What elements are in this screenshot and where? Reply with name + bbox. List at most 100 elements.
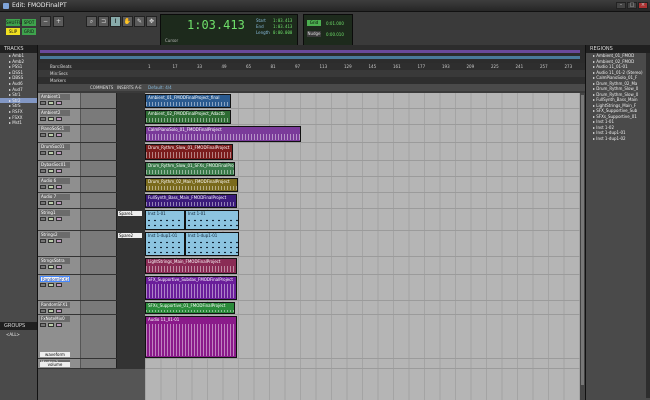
track-comments[interactable]	[80, 161, 116, 176]
track-view-selector[interactable]: waveform	[40, 352, 70, 357]
track-header[interactable]: Ambient1	[38, 93, 145, 109]
solo-button[interactable]	[48, 101, 54, 105]
start-value[interactable]: 1:03.413	[273, 18, 292, 23]
track-inserts[interactable]	[116, 193, 145, 208]
record-button[interactable]	[40, 101, 46, 105]
tracks-list-item[interactable]: ▸ Mst1	[0, 120, 37, 126]
track-comments[interactable]	[80, 93, 116, 108]
end-value[interactable]: 1:03.413	[273, 24, 292, 29]
grid-value[interactable]: 0:01.000	[326, 21, 344, 26]
record-button[interactable]	[40, 169, 46, 173]
bars-beats-ruler[interactable]: Bars:Beats 1 17 33 49 65 81 97 113 129 145 161 177 1…	[38, 63, 585, 70]
minimize-button[interactable]: –	[616, 2, 626, 9]
meter-ruler[interactable]: COMMENTS INSERTS A-E Default: 4/4	[38, 84, 585, 91]
nudge-value[interactable]: 0:00.010	[326, 32, 344, 37]
record-button[interactable]	[40, 309, 46, 313]
track-comments[interactable]	[80, 177, 116, 192]
track-lane[interactable]	[145, 359, 585, 369]
solo-button[interactable]	[48, 201, 54, 205]
audio-clip[interactable]: Inst 1-dup1-01	[185, 232, 239, 256]
grid-button[interactable]: Grid	[307, 20, 321, 26]
pencil-tool-icon[interactable]: ✎	[134, 16, 145, 27]
track-header[interactable]: Ambient2	[38, 109, 145, 125]
audio-clip[interactable]: CalmPianoSolo_01_FMODFinalProject	[145, 126, 301, 142]
track-header[interactable]: String1 Spare1	[38, 209, 145, 231]
track-comments[interactable]	[80, 359, 116, 368]
track-header[interactable]: Audio 7	[38, 193, 145, 209]
audio-clip[interactable]: SFX_Supportive_Subdas_FMODFinalProject	[145, 276, 237, 300]
markers-ruler[interactable]: Markers	[38, 77, 585, 84]
spot-mode-button[interactable]: SPOT	[22, 19, 36, 26]
insert-slot-button[interactable]: Spare2	[118, 233, 142, 238]
track-inserts[interactable]	[116, 161, 145, 176]
slip-mode-button[interactable]: SLIP	[6, 28, 20, 35]
solo-button[interactable]	[48, 151, 54, 155]
main-counter[interactable]: 1:03.413 Start 1:03.413 End 1:03.413 Len…	[160, 14, 298, 46]
audio-clip[interactable]: Ambient_02_FMODFinalProject_Adactb	[145, 110, 231, 124]
regions-scrollbar[interactable]	[646, 53, 650, 398]
audio-clip[interactable]: FullSynth_Bass_Main_FMODFinalProject	[145, 194, 237, 208]
audio-clip[interactable]: Audio 11_01-01	[145, 316, 237, 358]
mute-button[interactable]	[56, 169, 62, 173]
track-comments[interactable]	[80, 209, 116, 230]
mute-button[interactable]	[56, 239, 62, 243]
record-button[interactable]	[40, 201, 46, 205]
track-name[interactable]: Ambient1	[40, 94, 70, 100]
track-header[interactable]: RandomSFX1	[38, 301, 145, 315]
track-inserts[interactable]	[116, 275, 145, 300]
track-name[interactable]: Audio 7	[40, 194, 70, 200]
audio-clip[interactable]: Drum_Rythm_Slow_01_SFXs_FMODFinalProject	[145, 162, 235, 176]
mute-button[interactable]	[56, 217, 62, 221]
track-name[interactable]: PianoSoSc1	[40, 126, 70, 132]
insert-slot-button[interactable]: Spare1	[118, 211, 142, 216]
mute-button[interactable]	[56, 309, 62, 313]
mute-button[interactable]	[56, 133, 62, 137]
track-name[interactable]: Ambient2	[40, 110, 70, 116]
solo-button[interactable]	[48, 117, 54, 121]
track-header[interactable]: Strings2 Spare2	[38, 231, 145, 257]
track-comments[interactable]	[80, 275, 116, 300]
track-name[interactable]: DybasSoc01	[40, 162, 70, 168]
track-comments[interactable]	[80, 193, 116, 208]
record-button[interactable]	[40, 185, 46, 189]
solo-button[interactable]	[48, 283, 54, 287]
min-secs-ruler[interactable]: Min:Secs	[38, 70, 585, 77]
audio-clip[interactable]: Inst 1-01	[145, 210, 185, 230]
record-button[interactable]	[40, 323, 46, 327]
audio-clip[interactable]: Inst 1-dup1-01	[145, 232, 185, 256]
track-header[interactable]: DrumSoc01	[38, 143, 145, 161]
track-name[interactable]: RandomSFX3	[40, 276, 70, 282]
track-comments[interactable]	[80, 301, 116, 314]
track-inserts[interactable]	[116, 93, 145, 108]
track-inserts[interactable]	[116, 109, 145, 124]
track-inserts[interactable]	[116, 359, 145, 368]
edit-timeline[interactable]: Ambient_01_FMODFinalProject_final Ambient…	[145, 93, 585, 400]
solo-button[interactable]	[48, 133, 54, 137]
mute-button[interactable]	[56, 151, 62, 155]
record-button[interactable]	[40, 133, 46, 137]
track-comments[interactable]	[80, 125, 116, 142]
record-button[interactable]	[40, 239, 46, 243]
track-header[interactable]: PianoSoSc1	[38, 125, 145, 143]
grabber-tool-icon[interactable]: ✋	[122, 16, 133, 27]
solo-button[interactable]	[48, 323, 54, 327]
track-header[interactable]: StrngsSbtra	[38, 257, 145, 275]
solo-button[interactable]	[48, 265, 54, 269]
record-button[interactable]	[40, 117, 46, 121]
solo-button[interactable]	[48, 309, 54, 313]
track-name[interactable]: StrngsSbtra	[40, 258, 70, 264]
track-comments[interactable]	[80, 231, 116, 256]
track-name[interactable]: Strings2	[40, 232, 70, 238]
mute-button[interactable]	[56, 265, 62, 269]
zoom-out-icon[interactable]: −	[40, 16, 51, 27]
track-header[interactable]: RandomSFX3	[38, 275, 145, 301]
selector-tool-icon[interactable]: I	[110, 16, 121, 27]
audio-clip[interactable]: Inst 1-01	[185, 210, 239, 230]
zoomer-tool-icon[interactable]: ⌕	[86, 16, 97, 27]
smart-tool-icon[interactable]: ✥	[146, 16, 157, 27]
record-button[interactable]	[40, 217, 46, 221]
track-comments[interactable]	[80, 315, 116, 358]
track-inserts[interactable]	[116, 315, 145, 358]
audio-clip[interactable]: SFXs_Supportive_01_FMODFinalProject	[145, 302, 235, 314]
solo-button[interactable]	[48, 217, 54, 221]
